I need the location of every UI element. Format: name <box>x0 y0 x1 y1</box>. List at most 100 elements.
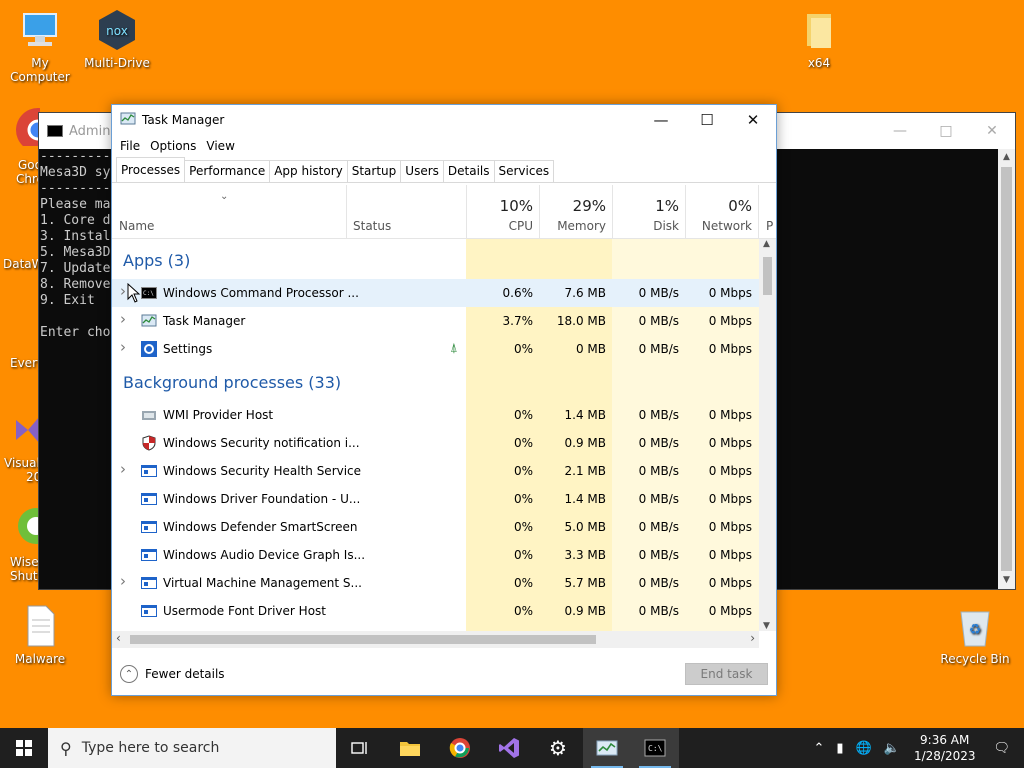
chrome-desktop-icon[interactable] <box>14 106 60 152</box>
clock[interactable]: 9:36 AM 1/28/2023 <box>914 732 976 764</box>
taskmgr-titlebar[interactable]: Task Manager — ☐ ✕ <box>112 105 776 135</box>
tab-app-history[interactable]: App history <box>269 160 348 182</box>
cmd-scrollbar[interactable]: ▲ ▼ <box>998 149 1015 589</box>
process-row[interactable]: › Virtual Machine Management S... 0% 5.7 MB… <box>112 569 759 597</box>
network-globe-icon[interactable]: 🌐 <box>856 741 872 756</box>
scroll-up-arrow-icon[interactable]: ▲ <box>998 149 1015 166</box>
horizontal-scroll-thumb[interactable] <box>130 635 596 644</box>
notifications-icon[interactable]: 🗨 <box>993 741 1010 756</box>
end-task-button[interactable]: End task <box>685 663 768 685</box>
desktop-icon-malware[interactable]: Malware <box>0 604 80 666</box>
desktop-icon-multi-drive[interactable]: nox Multi-Drive <box>77 8 157 70</box>
process-net-value: 0 Mbps <box>708 576 752 590</box>
desktop-icon-label: My Computer <box>10 56 70 84</box>
windows-logo-icon <box>16 740 32 756</box>
scroll-left-arrow-icon[interactable]: ‹ <box>116 631 121 645</box>
column-header-network[interactable]: 0% Network <box>685 185 758 238</box>
svg-text:♻: ♻ <box>969 622 982 638</box>
scroll-down-arrow-icon[interactable]: ▼ <box>998 572 1015 589</box>
column-header-name[interactable]: Name <box>119 219 154 233</box>
process-name: Windows Defender SmartScreen <box>163 520 358 534</box>
process-mem-value: 0.9 MB <box>564 436 606 450</box>
battery-icon[interactable]: ▮ <box>836 741 843 756</box>
expand-chevron-icon[interactable]: › <box>120 572 126 590</box>
close-button[interactable]: ✕ <box>969 113 1015 149</box>
chrome-button[interactable] <box>436 728 484 768</box>
system-tray: ⌃ ▮ 🌐 🔈 9:36 AM 1/28/2023 🗨 <box>808 728 1024 768</box>
settings-button[interactable]: ⚙ <box>534 728 582 768</box>
tab-startup[interactable]: Startup <box>346 160 402 182</box>
cmd-scroll-thumb[interactable] <box>1001 167 1012 571</box>
tab-performance[interactable]: Performance <box>184 160 271 182</box>
process-cpu-value: 0% <box>513 520 533 534</box>
tab-details[interactable]: Details <box>442 160 495 182</box>
chevron-up-icon: ⌃ <box>120 665 138 683</box>
desktop-icon-my-computer[interactable]: My Computer <box>0 8 80 84</box>
expand-chevron-icon[interactable]: › <box>120 282 126 300</box>
task-manager-taskbar-button[interactable] <box>583 728 631 768</box>
scroll-right-arrow-icon[interactable]: › <box>750 631 755 645</box>
process-net-value: 0 Mbps <box>708 342 752 356</box>
process-row[interactable]: › Task Manager 3.7% 18.0 MB 0 MB/s 0 Mbps <box>112 307 759 335</box>
shield-icon <box>141 435 157 451</box>
process-row[interactable]: › Windows Security Health Service 0% 2.1 MB… <box>112 457 759 485</box>
process-cpu-value: 3.7% <box>502 314 534 328</box>
command-prompt-taskbar-button[interactable]: C:\ <box>631 728 679 768</box>
expand-chevron-icon[interactable]: › <box>120 460 126 478</box>
expand-chevron-icon[interactable]: › <box>120 338 126 356</box>
chrome-icon <box>449 738 470 758</box>
expand-chevron-icon[interactable]: › <box>120 310 126 328</box>
visual-studio-desktop-icon[interactable] <box>14 412 40 448</box>
start-button[interactable] <box>0 728 48 768</box>
process-row[interactable]: Windows Security notification i... 0% 0.9 … <box>112 429 759 457</box>
maximize-button[interactable]: ☐ <box>684 105 730 135</box>
desktop-icon-x64[interactable]: x64 <box>779 8 859 70</box>
column-header-power-partial[interactable]: P <box>758 185 776 238</box>
menu-view[interactable]: View <box>202 139 238 153</box>
process-disk-value: 0 MB/s <box>638 286 679 300</box>
file-explorer-button[interactable] <box>386 728 434 768</box>
volume-icon[interactable]: 🔈 <box>884 741 900 756</box>
visual-studio-button[interactable] <box>485 728 533 768</box>
column-header-disk[interactable]: 1% Disk <box>612 185 685 238</box>
process-row[interactable]: Windows Driver Foundation - U... 0% 1.4 MB… <box>112 485 759 513</box>
process-row[interactable]: Windows Audio Device Graph Is... 0% 3.3 MB… <box>112 541 759 569</box>
tab-users[interactable]: Users <box>400 160 444 182</box>
process-row[interactable]: Usermode Font Driver Host 0% 0.9 MB 0 MB/s 0… <box>112 597 759 625</box>
process-row[interactable]: WMI Provider Host 0% 1.4 MB 0 MB/s 0 Mbps <box>112 401 759 429</box>
process-list-scrollbar[interactable]: ▲ ▼ <box>759 239 776 631</box>
column-header-cpu[interactable]: 10% CPU <box>466 185 539 238</box>
svg-text:nox: nox <box>106 24 128 38</box>
task-manager-window[interactable]: Task Manager — ☐ ✕ File Options View Pro… <box>111 104 777 696</box>
process-name: Windows Driver Foundation - U... <box>163 492 361 506</box>
computer-icon <box>18 8 62 52</box>
process-row[interactable]: › C:\ Windows Command Processor ... 0.6% 7.6… <box>112 279 759 307</box>
desktop-icon-recycle-bin[interactable]: ♻ Recycle Bin <box>935 604 1015 666</box>
column-header-memory[interactable]: 29% Memory <box>539 185 612 238</box>
task-view-button[interactable] <box>336 728 384 768</box>
scroll-up-arrow-icon[interactable]: ▲ <box>763 239 770 249</box>
vertical-scroll-thumb[interactable] <box>763 257 772 295</box>
minimize-button[interactable]: — <box>638 105 684 135</box>
tab-services[interactable]: Services <box>493 160 555 182</box>
minimize-button[interactable]: — <box>877 113 923 149</box>
show-hidden-icons-chevron-icon[interactable]: ⌃ <box>814 741 825 756</box>
nox-icon: nox <box>95 8 139 52</box>
process-disk-value: 0 MB/s <box>638 576 679 590</box>
process-row[interactable]: › Settings ⍋ 0% 0 MB 0 MB/s 0 Mbps <box>112 335 759 363</box>
close-button[interactable]: ✕ <box>730 105 776 135</box>
taskbar-search-box[interactable]: ⚲ Type here to search <box>48 728 336 768</box>
tab-processes[interactable]: Processes <box>116 157 186 182</box>
column-header-status[interactable]: Status <box>353 219 391 233</box>
maximize-button[interactable]: □ <box>923 113 969 149</box>
menu-file[interactable]: File <box>116 139 144 153</box>
menu-options[interactable]: Options <box>146 139 200 153</box>
memory-total: 29% <box>572 197 606 215</box>
scroll-down-arrow-icon[interactable]: ▼ <box>763 621 770 631</box>
wise-desktop-icon[interactable] <box>14 504 54 548</box>
fewer-details-button[interactable]: ⌃ Fewer details <box>120 665 225 683</box>
process-row[interactable]: Windows Defender SmartScreen 0% 5.0 MB 0 MB… <box>112 513 759 541</box>
process-mem-value: 3.3 MB <box>564 548 606 562</box>
process-disk-value: 0 MB/s <box>638 548 679 562</box>
horizontal-scrollbar[interactable]: ‹ › <box>112 631 759 648</box>
